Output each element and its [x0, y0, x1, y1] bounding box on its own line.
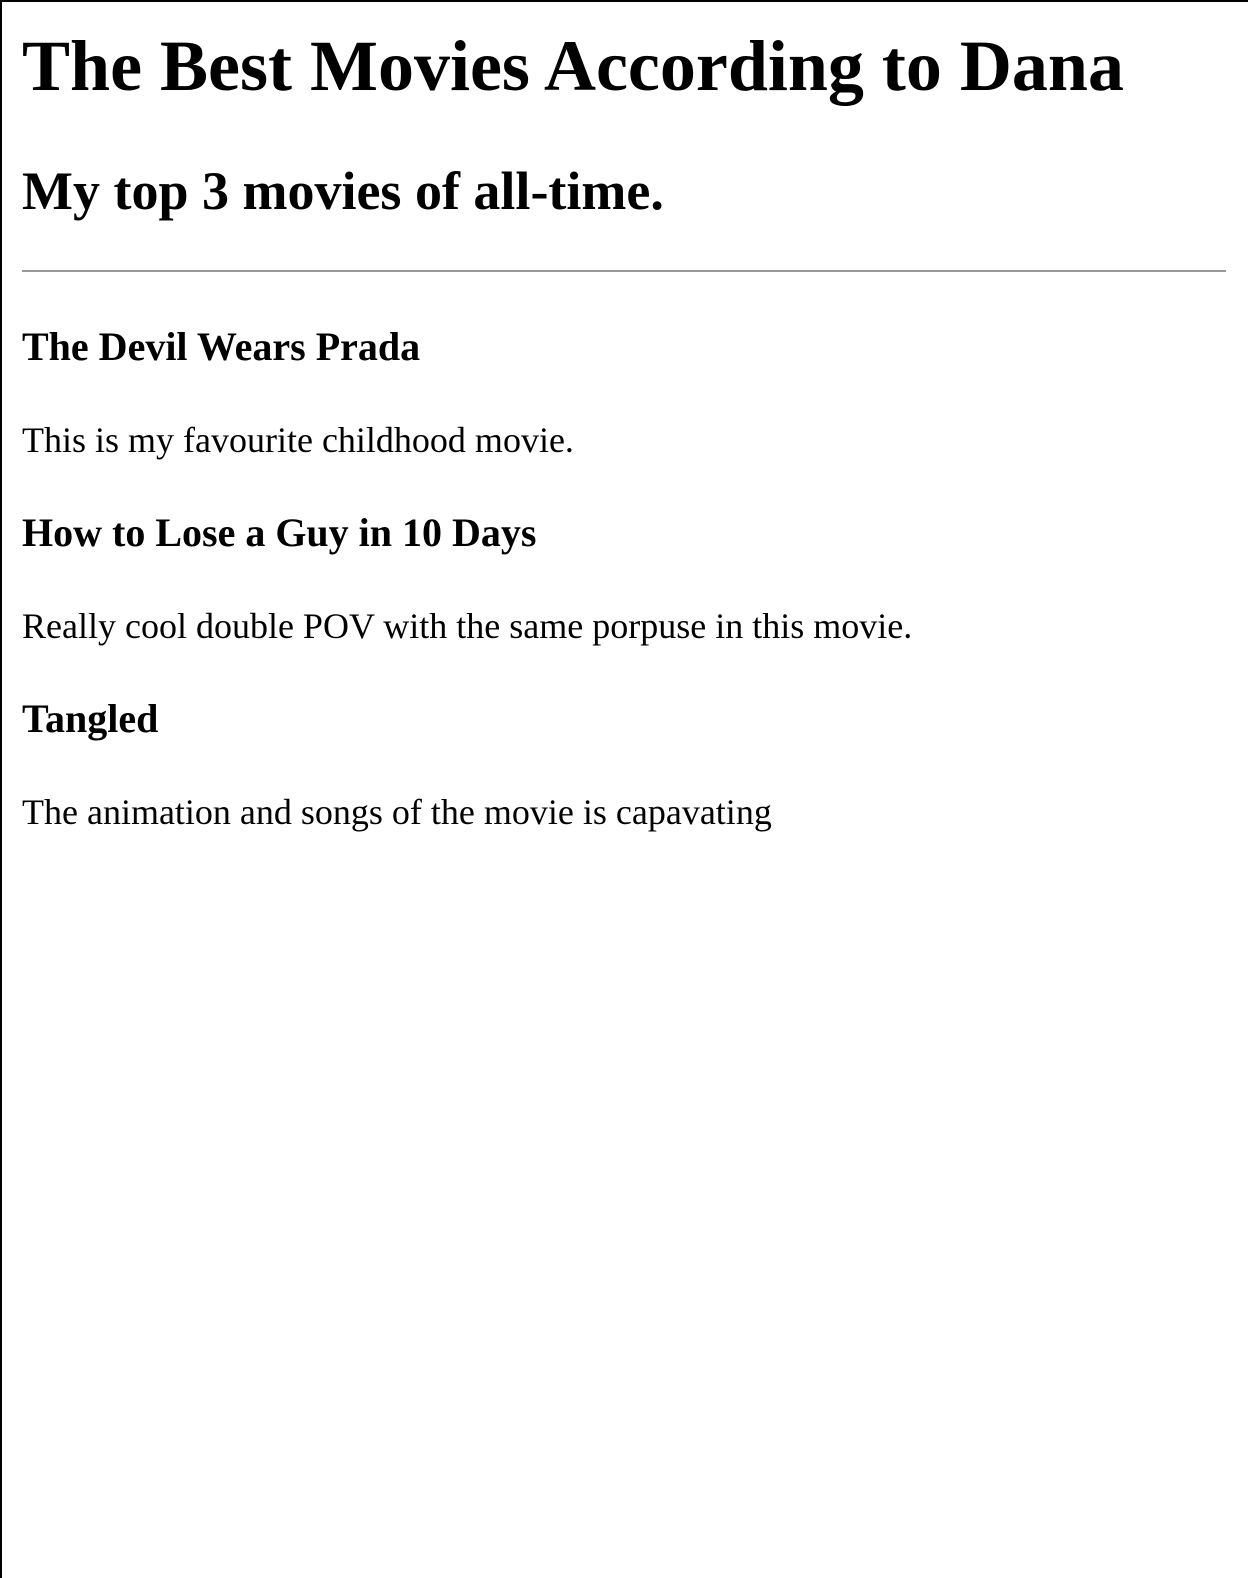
movie-title: How to Lose a Guy in 10 Days — [22, 510, 537, 555]
movie-description: Really cool double POV with the same por… — [22, 606, 913, 646]
window-top-border — [0, 0, 1248, 2]
movie-description: The animation and songs of the movie is … — [22, 792, 772, 832]
divider — [22, 270, 1226, 272]
movie-description: This is my favourite childhood movie. — [22, 420, 574, 460]
movie-title: The Devil Wears Prada — [22, 324, 421, 369]
movie-title: Tangled — [22, 696, 159, 741]
page-subtitle: My top 3 movies of all-time. — [22, 161, 664, 221]
page-title: The Best Movies According to Dana — [22, 26, 1124, 106]
window-left-border — [0, 0, 2, 1578]
